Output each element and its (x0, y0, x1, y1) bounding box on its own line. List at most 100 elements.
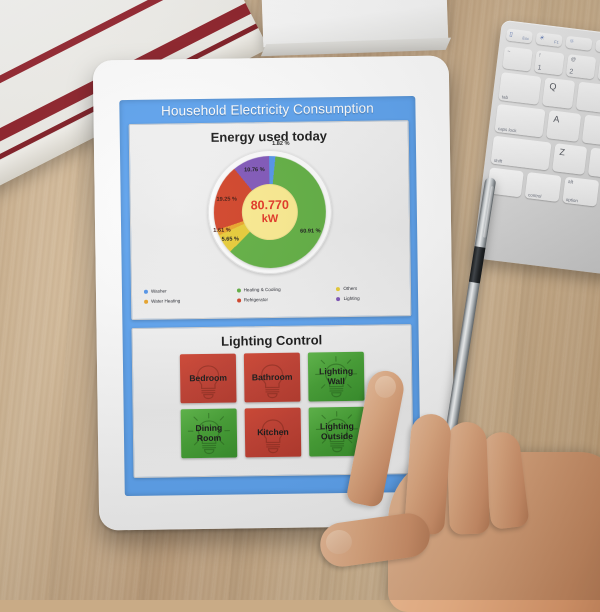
lightbulb-icon (314, 354, 359, 399)
light-button-lighting-wall[interactable]: Lighting Wall (308, 352, 365, 402)
lightbulb-icon (315, 409, 360, 454)
legend-color-dot (237, 298, 241, 302)
display-icon: ▯ (509, 31, 513, 38)
key-control[interactable]: control (525, 172, 562, 202)
donut-outer-ring (207, 149, 333, 275)
key-f1[interactable]: ☀ F1 (535, 32, 562, 47)
hand-touching-screen (330, 370, 600, 610)
chart-legend: Washer Heating & Cooling Others Water He… (138, 283, 410, 306)
slice-label-water-heating: 1.61 % (213, 228, 231, 234)
key-q[interactable]: Q (542, 77, 575, 108)
legend-color-dot (336, 287, 340, 291)
slice-label-others: 5.65 % (222, 236, 240, 242)
brightness-up-icon: ☼ (569, 38, 575, 45)
light-button-label: Dining Room (181, 424, 237, 443)
slice-label-heating-cooling: 60.91 % (300, 228, 321, 234)
pen-tip (438, 470, 449, 487)
legend-label: Heating & Cooling (244, 287, 281, 293)
brightness-icon: ☀ (539, 34, 545, 42)
center-value: 80.770 (251, 199, 289, 213)
ring-finger (446, 421, 490, 534)
tablet-screen[interactable]: Household Electricity Consumption Energy… (119, 96, 421, 496)
silver-pen (439, 177, 497, 475)
app-title: Household Electricity Consumption (119, 100, 415, 119)
center-unit: kW (262, 212, 279, 224)
fingernail (324, 528, 353, 555)
key-tab[interactable]: tab (498, 72, 541, 105)
legend-color-dot (337, 297, 341, 301)
paper-box-side (261, 38, 451, 57)
light-button-kitchen[interactable]: Kitchen (245, 408, 302, 458)
key-x[interactable] (588, 148, 600, 180)
legend-color-dot (144, 289, 148, 293)
lightbulb-icon (251, 410, 296, 455)
apple-keyboard[interactable]: ▯ Esc ☀ F1 ☼ ~ ! 1 @ 2 (473, 20, 600, 276)
notebook-page-edge (0, 29, 269, 203)
lighting-panel-title: Lighting Control (133, 331, 411, 350)
legend-label: Washer (151, 288, 167, 293)
lighting-panel: Lighting Control Bedroom Bathroom Lighti… (131, 324, 413, 478)
legend-item-washer: Washer (144, 286, 234, 296)
energy-donut-chart[interactable]: 80.770 kW 1.82 % 60.91 % 5.65 % 1.61 % 1… (198, 148, 342, 282)
pen-clip (483, 186, 494, 238)
notebook-stripe (0, 3, 251, 168)
light-button-lighting-outside[interactable]: Lighting Outside (309, 407, 366, 457)
key-option[interactable]: alt option (562, 177, 599, 207)
light-button-dining-room[interactable]: Dining Room (181, 409, 238, 459)
light-button-label: Lighting Wall (308, 367, 364, 386)
light-button-label: Kitchen (255, 428, 291, 438)
key-z[interactable]: Z (552, 143, 587, 175)
lightbulb-icon (250, 355, 295, 400)
notebook-cover (0, 0, 269, 203)
key-f2[interactable]: ☼ (565, 36, 592, 51)
light-button-label: Bedroom (187, 374, 229, 384)
white-paper-box (261, 0, 449, 47)
key-fn[interactable]: fn (487, 167, 524, 197)
light-button-label: Bathroom (250, 373, 295, 383)
legend-color-dot (144, 299, 148, 303)
legend-item-heating-cooling: Heating & Cooling (237, 284, 334, 294)
key-f3[interactable] (595, 39, 600, 54)
thumb (317, 511, 432, 570)
legend-label: Refrigerator (244, 297, 268, 302)
fingernail (373, 374, 398, 400)
energy-panel: Energy used today 80.770 kW 1.82 % 60.91… (129, 120, 412, 320)
desk-surface: ▯ Esc ☀ F1 ☼ ~ ! 1 @ 2 (0, 0, 600, 600)
key-shift[interactable]: shift (491, 136, 552, 171)
striped-notebook (0, 0, 269, 203)
light-button-label: Lighting Outside (309, 422, 365, 441)
key-caps-lock[interactable]: caps lock (494, 104, 545, 138)
palm (388, 452, 600, 612)
notebook-stripe (0, 0, 227, 122)
notebook-stripe (0, 24, 258, 183)
pinky-finger (480, 430, 529, 530)
legend-item-lighting: Lighting (336, 293, 410, 303)
donut-slices (213, 155, 327, 269)
legend-label: Water Heating (151, 298, 180, 303)
legend-color-dot (237, 288, 241, 292)
key-a[interactable]: A (546, 110, 581, 142)
key-w[interactable] (576, 82, 600, 113)
legend-item-refrigerator: Refrigerator (237, 294, 334, 304)
light-button-bedroom[interactable]: Bedroom (180, 354, 237, 404)
key-s[interactable] (582, 115, 600, 147)
energy-panel-title: Energy used today (130, 127, 408, 146)
middle-finger (404, 413, 452, 535)
legend-label: Others (343, 286, 357, 291)
pen-grip (469, 246, 485, 283)
light-button-bathroom[interactable]: Bathroom (244, 353, 301, 403)
donut-center-value: 80.770 kW (241, 184, 298, 241)
lightbulb-icon (186, 356, 231, 401)
legend-item-water-heating: Water Heating (144, 296, 234, 306)
key-tilde[interactable]: ~ (502, 46, 532, 71)
slice-label-lighting: 10.76 % (244, 167, 265, 173)
slice-label-refrigerator: 19.25 % (216, 197, 237, 203)
legend-label: Lighting (344, 296, 360, 301)
key-esc[interactable]: ▯ Esc (506, 28, 533, 43)
index-finger (345, 368, 406, 508)
lightbulb-icon (187, 411, 232, 456)
key-2[interactable]: @ 2 (566, 54, 596, 79)
tablet-device: Household Electricity Consumption Energy… (93, 56, 456, 531)
lighting-button-grid: Bedroom Bathroom Lighting Wall Dining Ro… (180, 352, 365, 459)
key-1[interactable]: ! 1 (534, 50, 564, 75)
